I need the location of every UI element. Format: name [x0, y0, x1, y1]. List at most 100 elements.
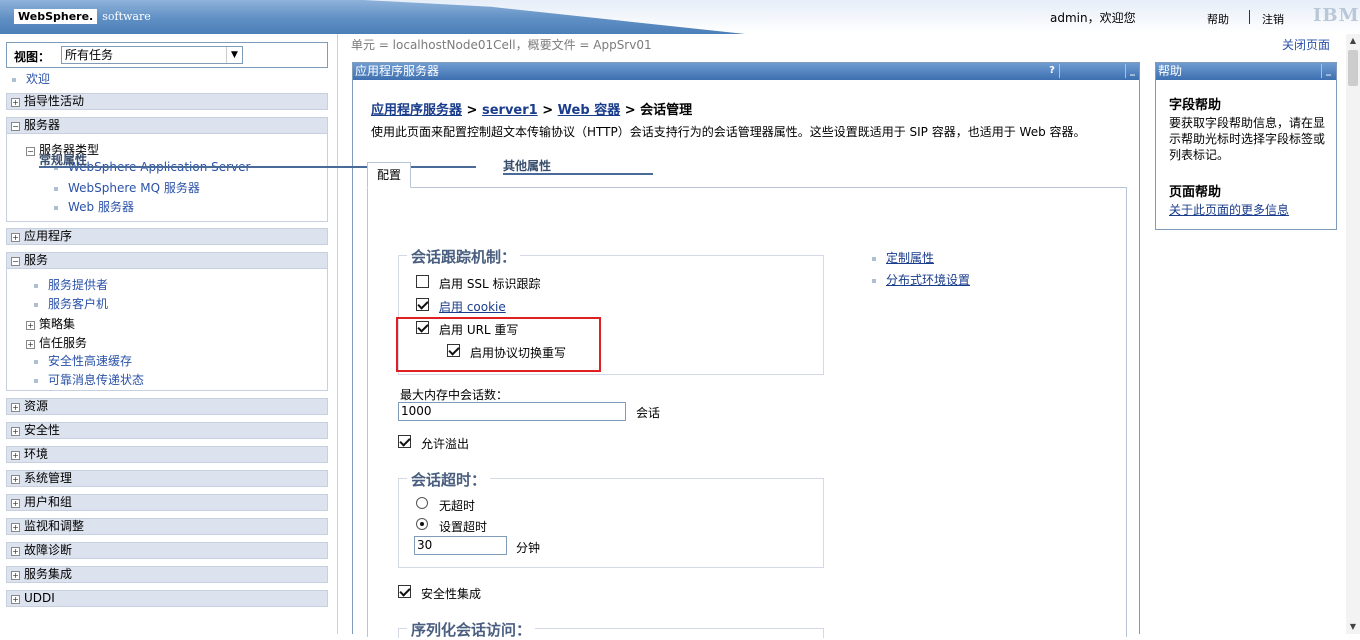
- scroll-down-icon[interactable]: ▼: [1346, 620, 1360, 634]
- breadcrumb-server1[interactable]: server1: [482, 103, 538, 118]
- allow-overflow-checkbox[interactable]: [398, 435, 411, 448]
- distributed-env-item[interactable]: 分布式环境设置: [872, 271, 970, 288]
- timeout-minutes-input[interactable]: 30: [414, 536, 507, 555]
- nav-category-uddi[interactable]: + UDDI: [6, 590, 328, 607]
- nav-category-label: 资源: [24, 399, 49, 413]
- logo-software: software: [102, 9, 151, 23]
- bullet-icon: [34, 378, 38, 383]
- ssl-tracking-checkbox[interactable]: [416, 275, 429, 288]
- expand-icon[interactable]: +: [11, 475, 20, 484]
- custom-properties-item[interactable]: 定制属性: [872, 249, 934, 266]
- nav-category-service-integration[interactable]: + 服务集成: [6, 566, 328, 583]
- collapse-icon[interactable]: −: [11, 257, 20, 266]
- expand-icon[interactable]: +: [26, 340, 35, 349]
- logout-link[interactable]: 注销: [1262, 11, 1284, 27]
- bullet-icon: [872, 278, 876, 283]
- nav-category-label: 故障诊断: [24, 543, 73, 557]
- breadcrumb-app-servers[interactable]: 应用程序服务器: [371, 103, 462, 118]
- nav-category-guided-activities[interactable]: + 指导性活动: [6, 93, 328, 110]
- page-description: 使用此页面来配置控制超文本传输协议（HTTP）会话支持行为的会话管理器属性。这些…: [371, 125, 1086, 139]
- distributed-env-link[interactable]: 分布式环境设置: [886, 273, 970, 287]
- expand-icon[interactable]: +: [26, 321, 35, 330]
- header-help-link[interactable]: 帮助: [1207, 11, 1229, 27]
- cookie-link[interactable]: 启用 cookie: [439, 298, 506, 315]
- collapse-icon[interactable]: −: [26, 147, 35, 156]
- minimize-icon[interactable]: _: [1125, 64, 1139, 78]
- nav-item-reliable-messaging-state[interactable]: 可靠消息传递状态: [34, 371, 144, 388]
- bullet-icon: [34, 302, 38, 307]
- nav-item-welcome[interactable]: 欢迎: [12, 70, 50, 87]
- expand-icon[interactable]: +: [11, 98, 20, 107]
- expand-icon[interactable]: +: [11, 403, 20, 412]
- navigation-tree: 视图： 所有任务 ▼ 欢迎 + 指导性活动 − 服务器 − 服务器类型 WebSphe…: [0, 34, 336, 634]
- ssl-tracking-label: 启用 SSL 标识跟踪: [439, 277, 541, 291]
- expand-icon[interactable]: +: [11, 547, 20, 556]
- max-sessions-label: 最大内存中会话数：: [400, 388, 509, 402]
- help-panel-title-bar: 帮助 _: [1156, 63, 1336, 80]
- nav-category-users-groups[interactable]: + 用户和组: [6, 494, 328, 511]
- max-sessions-input[interactable]: 1000: [398, 402, 626, 421]
- nav-category-troubleshooting[interactable]: + 故障诊断: [6, 542, 328, 559]
- view-select-value: 所有任务: [65, 48, 114, 62]
- nav-category-environment[interactable]: + 环境: [6, 446, 328, 463]
- nav-item-security-cache[interactable]: 安全性高速缓存: [34, 352, 132, 369]
- tab-configuration[interactable]: 配置: [367, 162, 411, 188]
- nav-category-system-admin[interactable]: + 系统管理: [6, 470, 328, 487]
- collapse-icon[interactable]: −: [11, 122, 20, 131]
- expand-icon[interactable]: +: [11, 427, 20, 436]
- set-timeout-label: 设置超时: [439, 520, 488, 534]
- nav-item-policy-sets[interactable]: + 策略集: [26, 315, 75, 332]
- nav-category-label: 系统管理: [24, 471, 73, 485]
- header-separator: [1249, 10, 1250, 24]
- breadcrumb-separator: >: [542, 103, 554, 118]
- nav-category-label: 监视和调整: [24, 519, 85, 533]
- expand-icon[interactable]: +: [11, 233, 20, 242]
- nav-item-label: 欢迎: [26, 72, 51, 86]
- nav-category-applications[interactable]: + 应用程序: [6, 228, 328, 245]
- panel-title: 应用程序服务器: [355, 64, 440, 78]
- expand-icon[interactable]: +: [11, 499, 20, 508]
- nav-category-servers[interactable]: − 服务器: [6, 117, 328, 134]
- nav-category-label: 安全性: [24, 423, 61, 437]
- help-icon[interactable]: ?: [1045, 64, 1059, 78]
- view-select[interactable]: 所有任务 ▼: [61, 46, 243, 64]
- minimize-icon[interactable]: _: [1321, 64, 1335, 78]
- expand-icon[interactable]: +: [11, 523, 20, 532]
- breadcrumb-separator: >: [624, 103, 636, 118]
- sessions-unit: 会话: [636, 406, 661, 420]
- scroll-up-icon[interactable]: ▲: [1346, 34, 1360, 48]
- expand-icon[interactable]: +: [11, 451, 20, 460]
- security-integration-checkbox[interactable]: [398, 585, 411, 598]
- no-timeout-radio[interactable]: [416, 497, 428, 509]
- bullet-icon: [54, 186, 58, 191]
- nav-item-web-server[interactable]: Web 服务器: [54, 198, 134, 215]
- nav-category-resources[interactable]: + 资源: [6, 398, 328, 415]
- panel-title-bar: 应用程序服务器 ? _: [353, 63, 1139, 80]
- page-scrollbar[interactable]: ▲ ▼: [1346, 34, 1360, 634]
- nav-item-service-clients[interactable]: 服务客户机: [34, 295, 108, 312]
- nav-category-security[interactable]: + 安全性: [6, 422, 328, 439]
- page-help-link[interactable]: 关于此页面的更多信息: [1169, 202, 1329, 218]
- expand-icon[interactable]: +: [11, 595, 20, 604]
- custom-properties-link[interactable]: 定制属性: [886, 251, 934, 265]
- nav-category-services[interactable]: − 服务: [6, 252, 328, 269]
- nav-item-label: 安全性高速缓存: [48, 354, 133, 368]
- help-panel-title: 帮助: [1158, 64, 1183, 78]
- nav-item-service-providers[interactable]: 服务提供者: [34, 276, 108, 293]
- cookie-checkbox[interactable]: [416, 298, 429, 311]
- field-help-heading: 字段帮助: [1169, 98, 1222, 113]
- nav-category-monitoring-tuning[interactable]: + 监视和调整: [6, 518, 328, 535]
- close-page-link[interactable]: 关闭页面: [1282, 36, 1330, 53]
- bullet-icon: [12, 77, 16, 82]
- nav-item-trust-service[interactable]: + 信任服务: [26, 334, 87, 351]
- expand-icon[interactable]: +: [11, 571, 20, 580]
- nav-item-label: 服务客户机: [48, 297, 109, 311]
- chevron-down-icon[interactable]: ▼: [226, 47, 242, 63]
- scroll-thumb[interactable]: [1348, 50, 1358, 86]
- user-greeting: admin，欢迎您: [1050, 11, 1136, 25]
- session-timeout-legend: 会话超时：: [407, 469, 491, 490]
- set-timeout-radio[interactable]: [416, 518, 428, 530]
- breadcrumb-web-container[interactable]: Web 容器: [558, 103, 621, 118]
- nav-item-websphere-mq-server[interactable]: WebSphere MQ 服务器: [54, 179, 200, 196]
- ibm-logo: IBM.: [1313, 5, 1360, 26]
